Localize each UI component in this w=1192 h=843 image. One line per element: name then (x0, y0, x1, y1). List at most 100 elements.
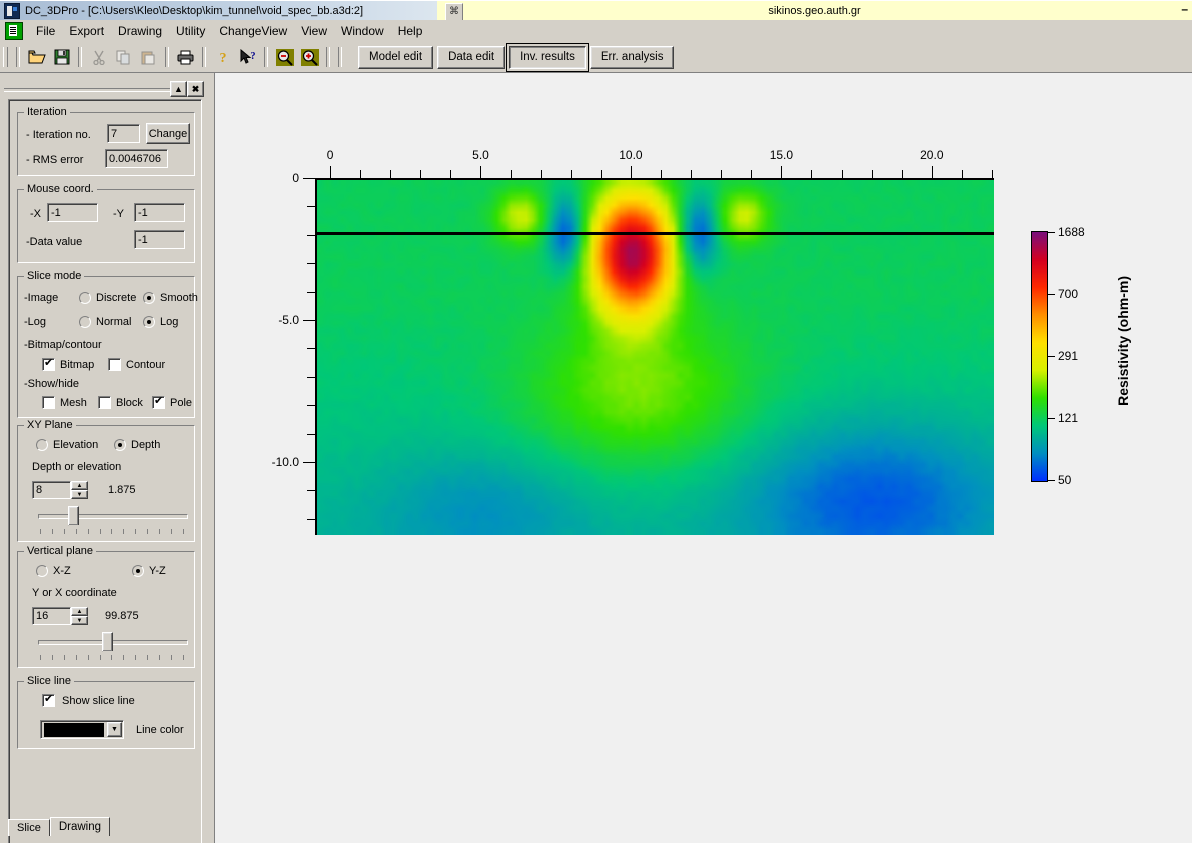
vertical-index-spinner[interactable]: ▲ ▼ (71, 607, 88, 625)
checkbox-block[interactable] (98, 396, 111, 409)
radio-xz[interactable] (36, 565, 48, 577)
save-icon[interactable] (50, 46, 73, 68)
y-axis-minor-tick (307, 518, 315, 520)
context-help-icon[interactable]: ? (236, 46, 259, 68)
radio-yz[interactable] (132, 565, 144, 577)
x-axis-minor-tick (390, 170, 392, 178)
panel-minimize-button[interactable]: ▲ (170, 81, 187, 97)
radio-smooth[interactable] (143, 292, 155, 304)
x-axis-tick-label: 5.0 (472, 148, 489, 162)
menu-item-file[interactable]: File (29, 21, 62, 41)
toolbar-separator (165, 47, 169, 67)
radio-log[interactable] (143, 316, 155, 328)
heatmap-image[interactable] (315, 178, 994, 535)
application-icon (4, 3, 20, 19)
checkbox-contour[interactable] (108, 358, 121, 371)
drawing-canvas[interactable]: 0 5.0 10.0 15.0 20.0 0 -5.0 -10.0 1688 700 291 12… (215, 73, 1192, 843)
menu-item-window[interactable]: Window (334, 21, 391, 41)
checkbox-bitmap-label: Bitmap (60, 359, 95, 371)
colorbar-tick (1048, 232, 1055, 233)
radio-depth-label: Depth (131, 439, 161, 451)
tab-data-edit[interactable]: Data edit (437, 45, 506, 69)
y-axis-minor-tick (307, 348, 315, 350)
minimize-button[interactable]: – (1181, 3, 1188, 15)
depth-slider-thumb[interactable] (68, 506, 80, 531)
tab-inv-results[interactable]: Inv. results (509, 45, 586, 69)
checkbox-pole[interactable] (152, 395, 165, 409)
spin-up-icon[interactable]: ▲ (71, 607, 88, 616)
vertical-index-field[interactable]: 16 (32, 607, 71, 625)
radio-discrete[interactable] (79, 292, 91, 304)
line-color-swatch (44, 722, 104, 737)
x-axis-minor-tick (600, 170, 602, 178)
depth-index-field[interactable]: 8 (32, 481, 71, 499)
tab-err-analysis[interactable]: Err. analysis (589, 45, 675, 69)
group-xy-plane: XY Plane Elevation Depth Depth or elevat… (17, 419, 195, 542)
menu-item-view[interactable]: View (294, 21, 334, 41)
change-iteration-button[interactable]: Change (146, 123, 190, 144)
x-axis-tick-label: 10.0 (619, 148, 643, 162)
tab-model-edit[interactable]: Model edit (358, 45, 434, 69)
zoom-in-icon[interactable] (298, 46, 321, 68)
rms-error-field: 0.0046706 (105, 149, 168, 168)
colorbar-tick (1048, 294, 1055, 296)
x-axis-minor-tick (540, 170, 542, 178)
x-axis-minor-tick (721, 170, 723, 178)
paste-icon (137, 46, 160, 68)
x-axis-minor-tick (811, 170, 813, 178)
document-icon-button[interactable]: ⌘ (445, 3, 463, 21)
checkbox-mesh-label: Mesh (60, 397, 87, 409)
spin-up-icon[interactable]: ▲ (71, 481, 88, 490)
open-icon[interactable] (25, 46, 48, 68)
group-mouse-coord: Mouse coord. -X -1 -Y -1 -Data value -1 (17, 183, 195, 263)
checkbox-pole-label: Pole (170, 397, 193, 409)
document-icon: ⌘ (449, 6, 459, 17)
vertical-slider-thumb[interactable] (102, 632, 114, 657)
left-control-panel: ▲ ✖ Iteration - Iteration no. 7 Change -… (0, 73, 215, 843)
x-axis-minor-tick (691, 170, 693, 178)
colorbar-tick-label: 121 (1058, 410, 1079, 425)
menu-item-changeview[interactable]: ChangeView (212, 21, 294, 41)
radio-normal[interactable] (79, 316, 91, 328)
y-axis-minor-tick (307, 490, 315, 492)
menu-item-export[interactable]: Export (62, 21, 111, 41)
x-axis-major-tick (480, 166, 482, 178)
depth-index-spinner[interactable]: ▲ ▼ (71, 481, 88, 499)
radio-depth[interactable] (114, 439, 126, 451)
checkbox-contour-label: Contour (126, 359, 166, 371)
line-color-combo[interactable]: ▼ (40, 720, 124, 739)
tab-drawing[interactable]: Drawing (49, 817, 111, 836)
vertical-slider-track[interactable] (38, 640, 188, 645)
y-axis-tick-label: -10.0 (271, 455, 299, 469)
radio-elevation[interactable] (36, 439, 48, 451)
menu-item-utility[interactable]: Utility (169, 21, 212, 41)
spin-down-icon[interactable]: ▼ (71, 490, 88, 499)
menu-item-help[interactable]: Help (391, 21, 430, 41)
colorbar-tick-label: 700 (1058, 287, 1079, 302)
zoom-out-icon[interactable] (273, 46, 296, 68)
iteration-no-field[interactable]: 7 (107, 124, 140, 143)
checkbox-mesh[interactable] (42, 396, 55, 409)
chevron-down-icon[interactable]: ▼ (107, 722, 122, 737)
show-hide-label: -Show/hide (24, 378, 80, 390)
toolbar-grip[interactable] (3, 47, 8, 67)
cut-icon (87, 46, 110, 68)
colorbar-canvas (1032, 232, 1047, 481)
document-window-icon[interactable] (5, 22, 23, 40)
checkbox-bitmap[interactable] (42, 357, 55, 371)
panel-close-button[interactable]: ✖ (187, 81, 204, 97)
print-icon[interactable] (174, 46, 197, 68)
x-axis-major-tick (781, 166, 783, 178)
resistivity-section-plot[interactable]: 0 5.0 10.0 15.0 20.0 0 -5.0 -10.0 (272, 148, 994, 535)
slice-line-overlay (317, 232, 994, 236)
checkbox-show-slice-line[interactable] (42, 693, 55, 707)
panel-bottom-tabs: Slice Drawing (8, 817, 111, 836)
tab-slice[interactable]: Slice (8, 819, 50, 836)
line-color-label: Line color (136, 724, 184, 736)
help-icon[interactable]: ? (211, 46, 234, 68)
radio-elevation-label: Elevation (53, 439, 99, 451)
menu-item-drawing[interactable]: Drawing (111, 21, 169, 41)
spin-down-icon[interactable]: ▼ (71, 616, 88, 625)
depth-slider-track[interactable] (38, 514, 188, 519)
y-axis-minor-tick (307, 234, 315, 236)
